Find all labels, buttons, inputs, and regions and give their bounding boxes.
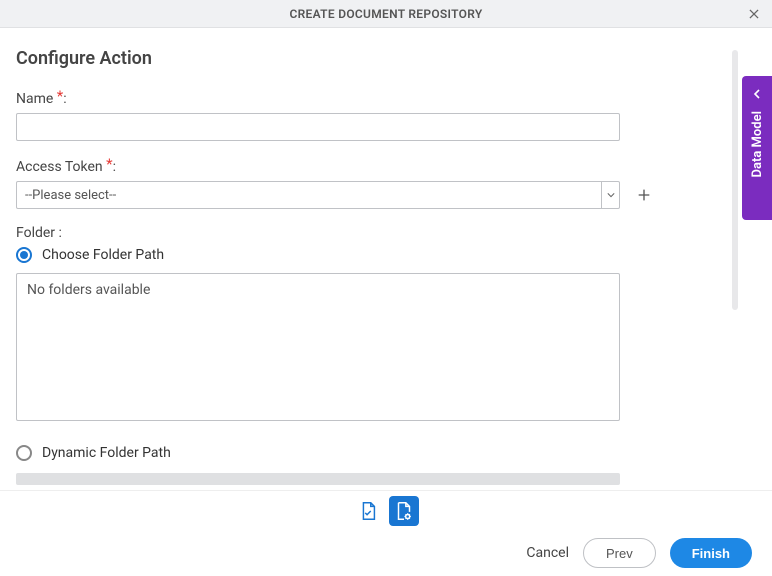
- data-model-panel-toggle[interactable]: Data Model: [742, 76, 772, 220]
- access-token-label-text: Access Token: [16, 159, 103, 175]
- folder-list-box[interactable]: No folders available: [16, 273, 620, 421]
- dropdown-arrow: [601, 182, 619, 208]
- toolbar-row: [0, 490, 772, 530]
- document-settings-button[interactable]: [389, 496, 419, 526]
- required-asterisk: *: [57, 87, 63, 105]
- name-label: Name *:: [16, 89, 756, 107]
- name-input[interactable]: [16, 113, 620, 141]
- folder-empty-text: No folders available: [27, 282, 150, 298]
- plus-icon: [636, 187, 652, 203]
- scrollbar[interactable]: [732, 50, 738, 310]
- data-model-label: Data Model: [750, 111, 765, 177]
- name-field: Name *:: [16, 89, 756, 141]
- dynamic-folder-radio-row[interactable]: Dynamic Folder Path: [16, 445, 756, 461]
- dynamic-folder-radio[interactable]: [16, 445, 32, 461]
- access-token-row: --Please select--: [16, 181, 756, 209]
- choose-folder-label: Choose Folder Path: [42, 247, 164, 263]
- access-token-label: Access Token *:: [16, 157, 756, 175]
- document-check-icon: [357, 500, 379, 522]
- choose-folder-radio[interactable]: [16, 247, 32, 263]
- dialog-footer: Cancel Prev Finish: [0, 530, 772, 576]
- chevron-left-icon: [752, 89, 762, 99]
- folder-label: Folder :: [16, 225, 756, 241]
- chevron-left-icon-wrap: [752, 84, 762, 103]
- access-token-field: Access Token *: --Please select--: [16, 157, 756, 209]
- name-colon: :: [63, 91, 66, 107]
- choose-folder-radio-row[interactable]: Choose Folder Path: [16, 247, 756, 263]
- finish-button[interactable]: Finish: [670, 538, 752, 568]
- name-label-text: Name: [16, 91, 53, 107]
- dynamic-folder-label: Dynamic Folder Path: [42, 445, 171, 461]
- required-asterisk: *: [106, 155, 112, 173]
- dialog-header: CREATE DOCUMENT REPOSITORY: [0, 0, 772, 28]
- section-title: Configure Action: [16, 48, 756, 69]
- dialog-content: Configure Action Name *: Access Token *:…: [0, 28, 772, 490]
- close-icon: [747, 7, 761, 21]
- document-gear-icon: [393, 500, 415, 522]
- dialog-title: CREATE DOCUMENT REPOSITORY: [289, 7, 482, 21]
- close-button[interactable]: [744, 4, 764, 24]
- collapsed-bar: [16, 473, 620, 485]
- add-access-token-button[interactable]: [634, 185, 654, 205]
- prev-button[interactable]: Prev: [583, 538, 656, 568]
- access-token-select[interactable]: --Please select--: [16, 181, 620, 209]
- document-view-button[interactable]: [353, 496, 383, 526]
- folder-field: Folder : Choose Folder Path No folders a…: [16, 225, 756, 485]
- access-token-colon: :: [113, 159, 116, 175]
- chevron-down-icon: [607, 191, 615, 199]
- cancel-button[interactable]: Cancel: [526, 545, 569, 561]
- access-token-placeholder: --Please select--: [17, 188, 601, 203]
